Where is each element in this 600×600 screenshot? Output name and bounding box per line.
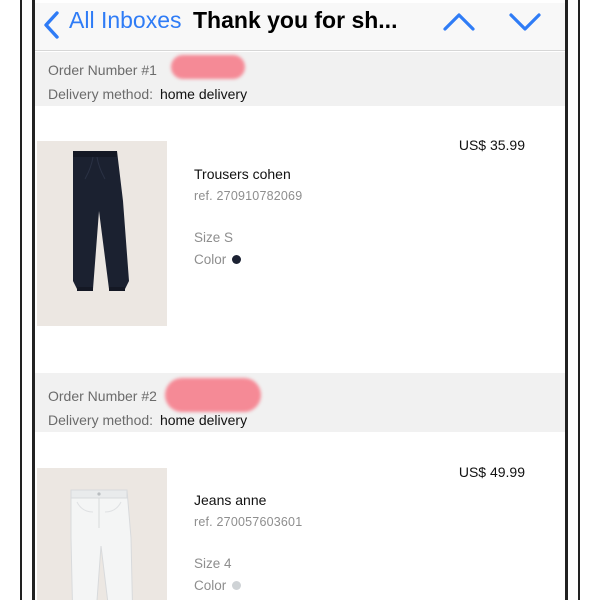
product-price: US$ 49.99 bbox=[458, 464, 525, 480]
order-number-label: Order Number #2 bbox=[48, 388, 157, 404]
product-item[interactable]: US$ 35.99 Trousers cohen ref. 2709107820… bbox=[35, 106, 565, 373]
product-color-label: Color bbox=[194, 578, 227, 593]
product-color: Color bbox=[194, 252, 242, 267]
redaction-mark bbox=[171, 55, 245, 79]
chevron-left-icon[interactable] bbox=[41, 9, 63, 41]
color-swatch bbox=[232, 581, 242, 590]
product-item[interactable]: US$ 49.99 Jeans anne ref. 270057603601 S… bbox=[35, 432, 565, 600]
product-color: Color bbox=[194, 578, 242, 593]
order-header: Order Number #2 Delivery method: home de… bbox=[35, 373, 565, 432]
delivery-method-value: home delivery bbox=[159, 412, 248, 428]
order-header: Order Number #1 Delivery method: home de… bbox=[35, 52, 565, 106]
jeans-image bbox=[37, 468, 167, 600]
redaction-mark bbox=[165, 378, 261, 412]
phone-screen: All Inboxes Thank you for sh... Order Nu… bbox=[32, 0, 568, 600]
product-image[interactable] bbox=[37, 141, 167, 326]
product-color-label: Color bbox=[194, 252, 227, 267]
back-to-all-inboxes-link[interactable]: All Inboxes bbox=[69, 5, 182, 35]
product-price: US$ 35.99 bbox=[458, 137, 525, 153]
color-swatch bbox=[232, 255, 242, 264]
product-name[interactable]: Jeans anne bbox=[194, 492, 266, 508]
chevron-up-icon[interactable] bbox=[439, 9, 479, 35]
chevron-down-icon[interactable] bbox=[505, 9, 545, 35]
product-reference: ref. 270057603601 bbox=[194, 515, 303, 529]
product-name[interactable]: Trousers cohen bbox=[194, 166, 291, 182]
delivery-method-value: home delivery bbox=[159, 86, 248, 102]
product-size: Size 4 bbox=[194, 556, 232, 571]
trousers-image bbox=[37, 141, 167, 326]
delivery-method-label: Delivery method: bbox=[48, 86, 154, 102]
product-image[interactable] bbox=[37, 468, 167, 600]
mail-navigation-bar: All Inboxes Thank you for sh... bbox=[35, 3, 565, 51]
delivery-method-row: Delivery method: home delivery bbox=[48, 86, 247, 102]
email-subject-title: Thank you for sh... bbox=[193, 7, 398, 33]
delivery-method-label: Delivery method: bbox=[48, 412, 154, 428]
order-number-label: Order Number #1 bbox=[48, 62, 157, 78]
delivery-method-row: Delivery method: home delivery bbox=[48, 412, 247, 428]
product-size: Size S bbox=[194, 230, 234, 245]
product-reference: ref. 270910782069 bbox=[194, 189, 303, 203]
